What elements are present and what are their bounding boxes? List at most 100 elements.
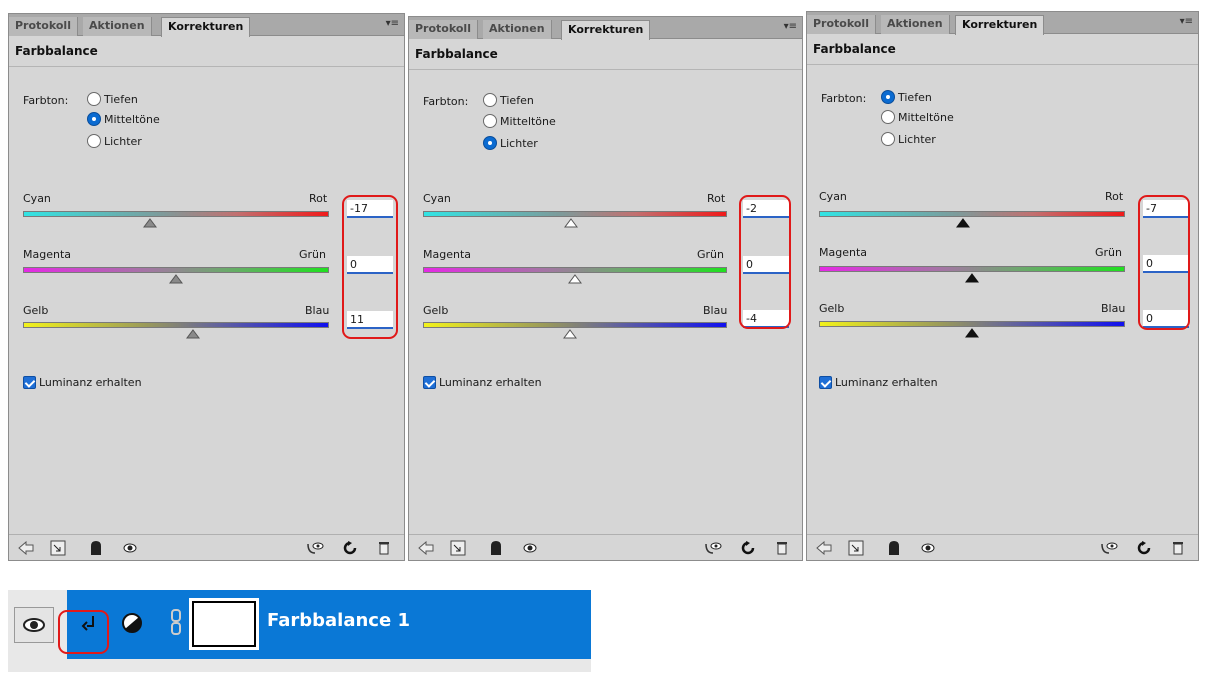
mask-icon[interactable] [885, 539, 903, 557]
visibility-eye-icon[interactable] [521, 539, 539, 557]
slider-label-gelb: Gelb [819, 302, 845, 315]
radio-lichter[interactable]: Lichter [87, 134, 142, 148]
tab-korrekturen[interactable]: Korrekturen [955, 15, 1045, 35]
clip-to-layer-icon[interactable] [847, 539, 865, 557]
adjustment-layer-icon [122, 613, 142, 633]
clip-to-layer-icon[interactable] [49, 539, 67, 557]
slider-label-gruen: Grün [1095, 246, 1122, 259]
preserve-luminance-checkbox[interactable]: Luminanz erhalten [23, 376, 142, 389]
panel-footer [409, 534, 802, 560]
clip-to-layer-icon[interactable] [449, 539, 467, 557]
radio-label: Tiefen [500, 93, 534, 107]
view-previous-icon[interactable] [704, 539, 722, 557]
tab-aktionen[interactable]: Aktionen [881, 15, 950, 34]
divider [9, 66, 404, 67]
radio-label: Tiefen [898, 90, 932, 104]
visibility-eye-icon[interactable] [121, 539, 139, 557]
radio-icon[interactable] [483, 136, 497, 150]
back-arrow-icon[interactable] [417, 539, 435, 557]
trash-icon[interactable] [375, 539, 393, 557]
panel-tabbar: Protokoll Aktionen Korrekturen ▾≡ [9, 14, 404, 37]
tab-korrekturen[interactable]: Korrekturen [561, 20, 651, 40]
radio-lichter[interactable]: Lichter [881, 132, 936, 146]
radio-icon[interactable] [881, 132, 895, 146]
tone-label: Farbton: [423, 95, 469, 108]
radio-tiefen[interactable]: Tiefen [87, 92, 138, 106]
slider-track-cyan-red[interactable] [819, 211, 1125, 217]
radio-label: Mitteltöne [104, 112, 160, 126]
layer-row[interactable]: Farbbalance 1 [8, 590, 591, 672]
checkbox-icon[interactable] [819, 376, 832, 389]
tab-protokoll[interactable]: Protokoll [807, 15, 876, 34]
tab-aktionen[interactable]: Aktionen [483, 20, 552, 39]
reset-icon[interactable] [739, 539, 757, 557]
layer-visibility-toggle[interactable] [14, 607, 54, 643]
preserve-luminance-checkbox[interactable]: Luminanz erhalten [423, 376, 542, 389]
tab-protokoll[interactable]: Protokoll [409, 20, 478, 39]
radio-tiefen[interactable]: Tiefen [881, 90, 932, 104]
highlight-box [342, 195, 398, 339]
radio-tiefen[interactable]: Tiefen [483, 93, 534, 107]
trash-icon[interactable] [1169, 539, 1187, 557]
checkbox-label: Luminanz erhalten [439, 376, 542, 389]
radio-mitteltoene[interactable]: Mitteltöne [881, 110, 954, 124]
adjustments-panel-3: Protokoll Aktionen Korrekturen ▾≡ Farbba… [806, 11, 1199, 561]
radio-label: Lichter [898, 132, 936, 146]
back-arrow-icon[interactable] [815, 539, 833, 557]
layer-name[interactable]: Farbbalance 1 [267, 610, 410, 631]
slider-label-magenta: Magenta [423, 248, 472, 261]
slider-track-gelb-blau[interactable] [423, 322, 727, 328]
radio-label: Mitteltöne [500, 114, 556, 128]
slider-track-magenta-gruen[interactable] [423, 267, 727, 273]
panel-title: Farbbalance [415, 47, 498, 61]
layer-selection-highlight[interactable]: Farbbalance 1 [67, 590, 591, 659]
tab-korrekturen[interactable]: Korrekturen [161, 17, 251, 37]
chain-link-icon[interactable] [169, 608, 183, 636]
screenshot-stage: Protokoll Aktionen Korrekturen ▾≡ Farbba… [0, 0, 1206, 682]
slider-track-gelb-blau[interactable] [819, 321, 1125, 327]
radio-mitteltoene[interactable]: Mitteltöne [483, 114, 556, 128]
preserve-luminance-checkbox[interactable]: Luminanz erhalten [819, 376, 938, 389]
view-previous-icon[interactable] [1100, 539, 1118, 557]
slider-label-cyan: Cyan [819, 190, 847, 203]
slider-track-cyan-red[interactable] [423, 211, 727, 217]
visibility-eye-icon[interactable] [919, 539, 937, 557]
radio-icon[interactable] [87, 112, 101, 126]
slider-track-magenta-gruen[interactable] [23, 267, 329, 273]
mask-icon[interactable] [487, 539, 505, 557]
panel-menu-icon[interactable]: ▾≡ [386, 18, 399, 29]
view-previous-icon[interactable] [306, 539, 324, 557]
panel-menu-icon[interactable]: ▾≡ [1180, 16, 1193, 27]
visibility-eye-icon[interactable] [15, 608, 53, 642]
panel-title: Farbbalance [813, 42, 896, 56]
radio-icon[interactable] [881, 90, 895, 104]
radio-icon[interactable] [483, 114, 497, 128]
tab-protokoll[interactable]: Protokoll [9, 17, 78, 36]
reset-icon[interactable] [1135, 539, 1153, 557]
panel-menu-icon[interactable]: ▾≡ [784, 21, 797, 32]
radio-label: Lichter [500, 136, 538, 150]
radio-mitteltoene[interactable]: Mitteltöne [87, 112, 160, 126]
checkbox-icon[interactable] [423, 376, 436, 389]
radio-icon[interactable] [881, 110, 895, 124]
slider-track-magenta-gruen[interactable] [819, 266, 1125, 272]
radio-icon[interactable] [87, 92, 101, 106]
trash-icon[interactable] [773, 539, 791, 557]
slider-label-gruen: Grün [299, 248, 326, 261]
divider [409, 69, 802, 70]
slider-label-cyan: Cyan [23, 192, 51, 205]
slider-track-cyan-red[interactable] [23, 211, 329, 217]
checkbox-icon[interactable] [23, 376, 36, 389]
layer-mask-thumbnail[interactable] [189, 598, 259, 650]
reset-icon[interactable] [341, 539, 359, 557]
tab-aktionen[interactable]: Aktionen [83, 17, 152, 36]
panel-title: Farbbalance [15, 44, 98, 58]
radio-lichter[interactable]: Lichter [483, 136, 538, 150]
slider-track-gelb-blau[interactable] [23, 322, 329, 328]
slider-label-blau: Blau [1101, 302, 1126, 315]
mask-icon[interactable] [87, 539, 105, 557]
back-arrow-icon[interactable] [17, 539, 35, 557]
radio-icon[interactable] [87, 134, 101, 148]
tone-label: Farbton: [821, 92, 867, 105]
radio-icon[interactable] [483, 93, 497, 107]
